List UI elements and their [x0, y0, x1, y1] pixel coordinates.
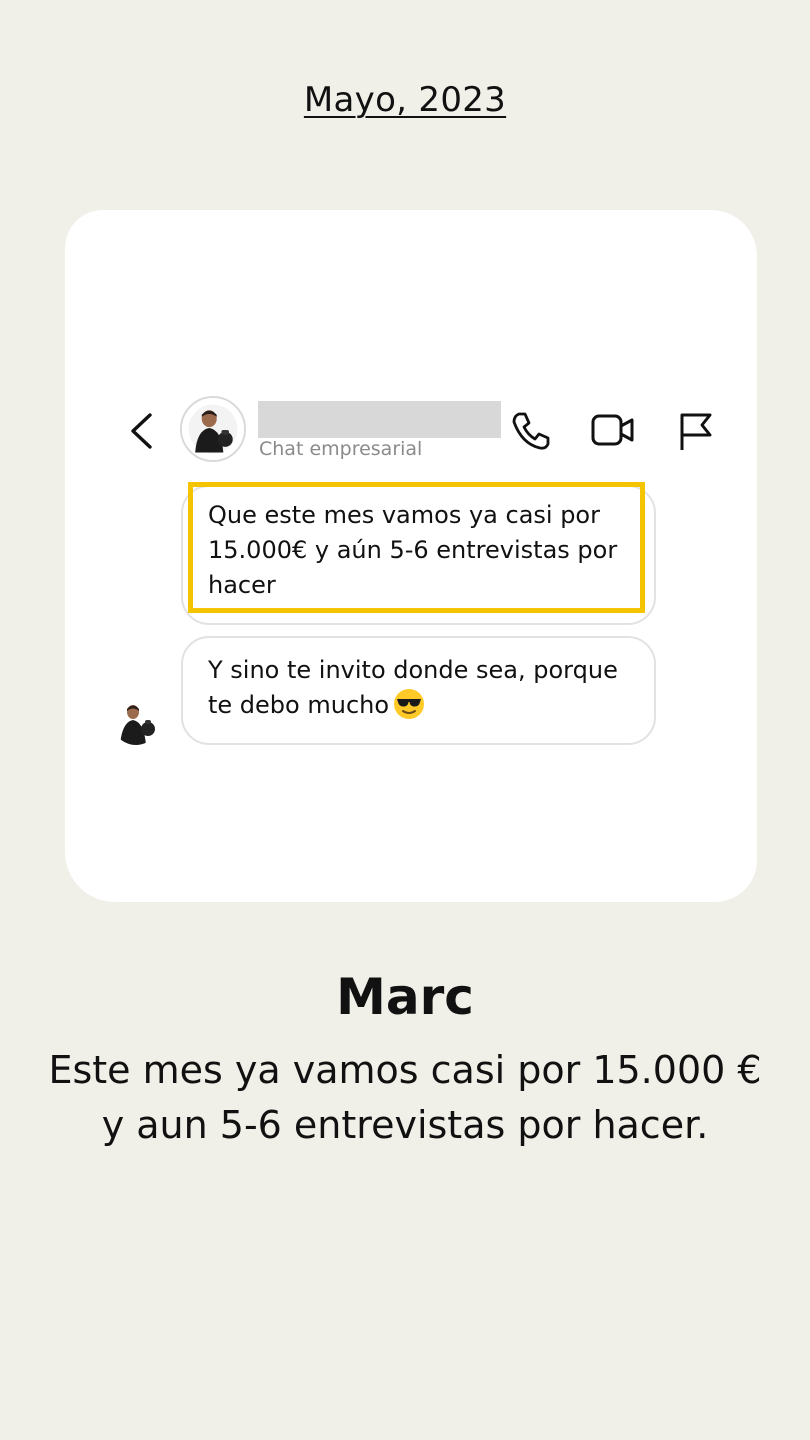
chevron-left-icon[interactable]: [128, 412, 154, 450]
sunglasses-emoji-icon: [393, 688, 425, 720]
message-row: Y sino te invito donde sea, porque te de…: [208, 653, 638, 723]
date-label: Mayo, 2023: [303, 80, 507, 120]
avatar: [112, 697, 160, 745]
phone-icon[interactable]: [510, 410, 552, 452]
testimonial-quote: Este mes ya vamos casi por 15.000 € y au…: [48, 1048, 762, 1147]
contact-name-redacted: [258, 401, 501, 438]
chat-subtitle: Chat empresarial: [259, 438, 423, 460]
avatar[interactable]: [180, 396, 246, 462]
video-camera-icon[interactable]: [590, 410, 636, 450]
highlight-box: [188, 482, 645, 613]
flag-icon[interactable]: [676, 410, 716, 452]
testimonial-name: Marc: [336, 968, 474, 1026]
